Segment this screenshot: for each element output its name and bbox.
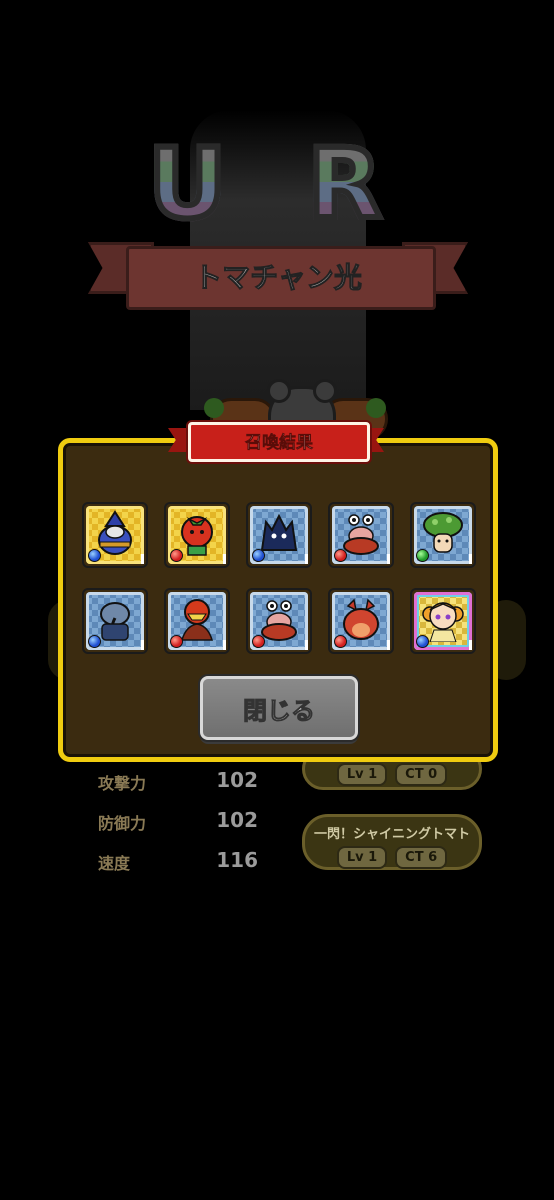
- character-name: トマチャン光: [194, 261, 363, 295]
- snail-icon: [261, 600, 297, 641]
- close-button[interactable]: 閉じる: [200, 676, 358, 740]
- dialog-title-banner: 召喚結果: [168, 422, 384, 462]
- element-orb: [334, 635, 347, 648]
- element-orb: [416, 549, 429, 562]
- result-card-8[interactable]: [246, 588, 312, 654]
- tomato-icon: [181, 516, 213, 556]
- result-card-7[interactable]: [164, 588, 230, 654]
- result-card-9[interactable]: [328, 588, 394, 654]
- element-orb: [170, 635, 183, 648]
- leaf-icon: [366, 398, 386, 418]
- result-card-5[interactable]: [410, 502, 476, 568]
- character-name-ribbon: トマチャン光: [88, 232, 468, 322]
- skill-ct: CT 0: [395, 763, 448, 786]
- stat-label: 防御力: [98, 814, 147, 833]
- skill-name: 一閃！シャイニングトマト: [313, 827, 470, 842]
- leaf-icon: [204, 398, 224, 418]
- skill-box-2: 一閃！シャイニングトマト Lv 1 CT 6: [302, 814, 482, 870]
- stat-speed: 速度 116: [98, 848, 258, 880]
- dialog-title: 召喚結果: [245, 433, 314, 454]
- result-card-10[interactable]: [410, 588, 476, 654]
- element-orb: [88, 635, 101, 648]
- result-card-6[interactable]: [82, 588, 148, 654]
- snail-icon: [343, 514, 379, 555]
- element-orb: [252, 635, 265, 648]
- element-orb: [334, 549, 347, 562]
- stat-defense: 防御力 102: [98, 808, 258, 840]
- result-card-2[interactable]: [164, 502, 230, 568]
- elephant-knight-icon: [100, 602, 130, 641]
- skill-ct: CT 6: [395, 846, 448, 869]
- stat-value: 102: [216, 768, 258, 792]
- stat-attack: 攻撃力 102: [98, 768, 258, 800]
- red-crab-icon: [343, 598, 379, 640]
- stat-value: 102: [216, 808, 258, 832]
- dark-beast-icon: [260, 513, 298, 551]
- skill-level: Lv 1: [336, 846, 388, 869]
- tomato-girl-icon: [422, 602, 464, 642]
- blue-wizard-icon: [98, 510, 132, 555]
- plant-monster-icon: [181, 599, 213, 641]
- rarity-title: U R: [0, 125, 554, 243]
- element-orb: [416, 635, 429, 648]
- element-orb: [88, 549, 101, 562]
- stat-value: 116: [216, 848, 258, 872]
- mushroom-icon: [423, 512, 463, 553]
- element-orb: [170, 549, 183, 562]
- stat-label: 速度: [98, 854, 131, 873]
- skill-level: Lv 1: [336, 763, 388, 786]
- result-card-4[interactable]: [328, 502, 394, 568]
- result-card-3[interactable]: [246, 502, 312, 568]
- element-orb: [252, 549, 265, 562]
- result-card-1[interactable]: [82, 502, 148, 568]
- stat-label: 攻撃力: [98, 774, 147, 793]
